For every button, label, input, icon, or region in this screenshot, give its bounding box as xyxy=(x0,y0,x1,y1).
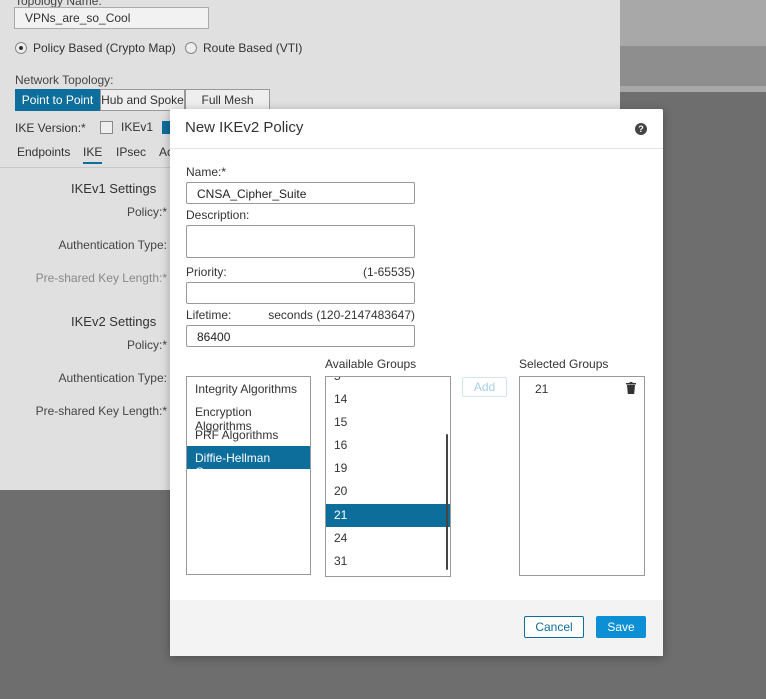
selected-group-item: 21 xyxy=(535,382,549,396)
lifetime-input[interactable]: 86400 xyxy=(186,325,415,347)
topology-point-to-point[interactable]: Point to Point xyxy=(15,89,100,111)
description-label: Description: xyxy=(186,208,250,222)
available-group-item[interactable]: 14 xyxy=(326,388,450,411)
selected-groups-list: 21 xyxy=(519,376,645,576)
trash-icon[interactable] xyxy=(626,382,636,394)
available-groups-label: Available Groups xyxy=(325,357,417,371)
topology-hub-and-spoke[interactable]: Hub and Spoke xyxy=(100,89,185,111)
dialog-header: New IKEv2 Policy ? xyxy=(170,109,663,149)
ikev2-policy-label: Policy:* xyxy=(126,338,167,352)
ikev1-policy-label: Policy:* xyxy=(126,205,167,219)
background-panel-right-band xyxy=(620,46,766,86)
lifetime-label: Lifetime: xyxy=(186,308,232,322)
ikev1-label: IKEv1 xyxy=(121,120,154,134)
priority-label: Priority: xyxy=(186,265,227,279)
available-group-item[interactable]: 24 xyxy=(326,527,450,550)
add-button[interactable]: Add xyxy=(462,377,507,397)
priority-input[interactable] xyxy=(186,282,415,304)
algorithm-category-list: Integrity Algorithms Encryption Algorith… xyxy=(186,376,311,575)
available-groups-list[interactable]: 5 14 15 16 19 20 21 24 31 xyxy=(325,376,451,577)
save-button[interactable]: Save xyxy=(596,616,646,638)
radio-route-label: Route Based (VTI) xyxy=(203,41,303,55)
lifetime-range-hint: seconds (120-2147483647) xyxy=(268,308,415,322)
tab-ipsec[interactable]: IPsec xyxy=(116,145,146,159)
description-input[interactable] xyxy=(186,225,415,258)
network-topology-label: Network Topology: xyxy=(15,73,114,87)
tab-endpoints[interactable]: Endpoints xyxy=(17,145,70,159)
available-group-item[interactable]: 5 xyxy=(326,377,450,388)
help-icon[interactable]: ? xyxy=(635,123,647,135)
background-panel-right xyxy=(620,0,766,46)
ikev2-psk-length-label: Pre-shared Key Length:* xyxy=(35,404,167,418)
new-ikev2-policy-dialog: New IKEv2 Policy ? Name:* CNSA_Cipher_Su… xyxy=(170,109,663,656)
ikev2-settings-heading: IKEv2 Settings xyxy=(71,314,157,329)
available-group-item-selected[interactable]: 21 xyxy=(326,504,450,527)
dialog-title: New IKEv2 Policy xyxy=(185,119,304,136)
ikev1-settings-heading: IKEv1 Settings xyxy=(71,181,157,196)
available-group-item[interactable]: 15 xyxy=(326,411,450,434)
background-panel-right-edge xyxy=(620,86,766,92)
selected-groups-label: Selected Groups xyxy=(519,357,609,371)
radio-checked-icon xyxy=(15,42,27,54)
category-diffie-hellman-group[interactable]: Diffie-Hellman Group xyxy=(187,446,310,479)
tab-ike[interactable]: IKE xyxy=(83,145,103,164)
ikev1-checkbox[interactable] xyxy=(100,121,113,134)
cancel-button[interactable]: Cancel xyxy=(524,616,584,638)
name-input[interactable]: CNSA_Cipher_Suite xyxy=(186,182,415,204)
category-integrity-algorithms[interactable]: Integrity Algorithms xyxy=(187,377,310,400)
name-label: Name:* xyxy=(186,165,227,179)
topology-full-mesh[interactable]: Full Mesh xyxy=(185,89,270,111)
ikev1-auth-type-label: Authentication Type: xyxy=(58,238,167,252)
radio-policy-based[interactable]: Policy Based (Crypto Map) xyxy=(15,41,176,55)
radio-policy-label: Policy Based (Crypto Map) xyxy=(33,41,176,55)
ikev2-auth-type-label: Authentication Type: xyxy=(58,371,167,385)
radio-route-based[interactable]: Route Based (VTI) xyxy=(185,41,302,55)
available-group-item[interactable]: 16 xyxy=(326,434,450,457)
available-group-item[interactable]: 19 xyxy=(326,457,450,480)
ike-version-label: IKE Version:* xyxy=(15,121,86,135)
available-group-item[interactable]: 20 xyxy=(326,480,450,503)
radio-unchecked-icon xyxy=(185,42,197,54)
ikev1-psk-length-label: Pre-shared Key Length:* xyxy=(35,271,167,285)
priority-range-hint: (1-65535) xyxy=(362,265,415,279)
dialog-footer xyxy=(170,600,663,656)
category-prf-algorithms[interactable]: PRF Algorithms xyxy=(187,423,310,446)
available-group-item[interactable]: 31 xyxy=(326,550,450,573)
topology-name-input[interactable]: VPNs_are_so_Cool xyxy=(14,7,209,29)
available-groups-scrollbar[interactable] xyxy=(446,434,448,570)
category-encryption-algorithms[interactable]: Encryption Algorithms xyxy=(187,400,310,433)
